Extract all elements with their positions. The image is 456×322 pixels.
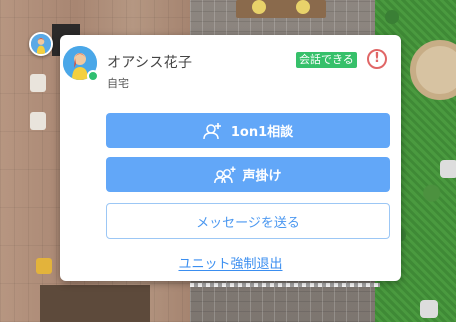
plant: [385, 10, 399, 24]
user-location: 自宅: [107, 77, 129, 90]
chair: [252, 0, 266, 14]
map-user-avatar[interactable]: [29, 32, 53, 56]
call-out-label: 声掛け: [242, 169, 282, 184]
chair: [30, 74, 46, 92]
user-name: オアシス花子: [107, 55, 193, 71]
chair: [440, 160, 456, 178]
one-on-one-button[interactable]: 1on1相談: [106, 113, 390, 148]
chair: [36, 258, 52, 274]
chair: [420, 300, 438, 318]
add-group-icon: [214, 166, 236, 183]
force-leave-link[interactable]: ユニット強制退出: [60, 253, 401, 272]
railing: [190, 283, 380, 287]
status-badge: 会話できる: [296, 52, 357, 68]
send-message-button[interactable]: メッセージを送る: [106, 203, 390, 239]
call-out-button[interactable]: 声掛け: [106, 157, 390, 192]
user-popup: オアシス花子 自宅 会話できる ! 1on1相談 声掛け メッセージを送る ユニ…: [60, 35, 401, 281]
user-avatar-icon: [31, 34, 51, 54]
chair: [296, 0, 310, 14]
top-table: [236, 0, 326, 18]
popup-avatar: [63, 46, 99, 82]
bottom-desk: [40, 285, 150, 322]
one-on-one-label: 1on1相談: [230, 125, 294, 140]
add-person-icon: [203, 122, 221, 139]
alert-icon[interactable]: !: [367, 49, 387, 69]
online-status-dot: [87, 70, 99, 82]
chair: [30, 112, 46, 130]
